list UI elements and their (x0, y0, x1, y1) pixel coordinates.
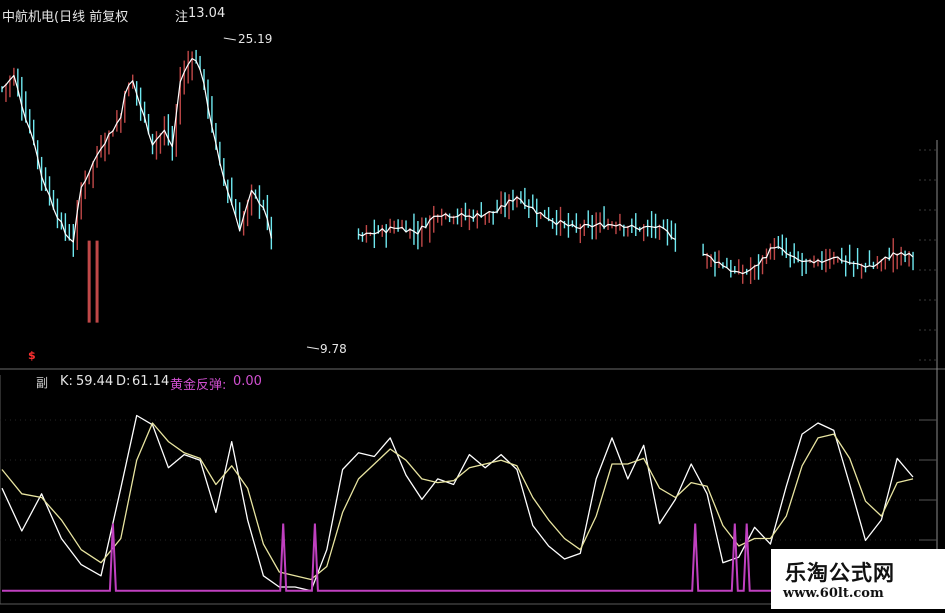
chart-canvas[interactable] (0, 0, 945, 609)
d-label: D: (116, 374, 130, 389)
k-value: 59.44 (76, 374, 113, 389)
note-value: 13.04 (188, 6, 225, 21)
chart-title: 中航机电(日线 前复权 (2, 6, 128, 25)
buy-signal-marker: $ (28, 349, 36, 362)
price-series (2, 38, 913, 349)
d-value: 61.14 (132, 374, 169, 389)
stock-chart-window: 中航机电(日线 前复权 注 13.04 25.19 9.78 $ 副 K: 59… (0, 0, 945, 609)
annotation-arrow-0 (224, 38, 236, 40)
k-label: K: (60, 374, 73, 389)
panel-frame (0, 140, 945, 604)
high-price-marker: 25.19 (238, 32, 272, 46)
annotation-arrow-1 (307, 347, 319, 349)
watermark-url: www.60lt.com (783, 586, 884, 601)
golden-rebound-value: 0.00 (233, 374, 262, 389)
grid-lines (0, 150, 937, 540)
note-label: 注 (175, 6, 188, 25)
site-watermark: 乐淘公式网 www.60lt.com (771, 549, 945, 609)
indicator-settings-icon[interactable]: 副 (36, 374, 48, 391)
watermark-title: 乐淘公式网 (785, 557, 895, 587)
golden-rebound-label: 黄金反弹: (170, 374, 226, 393)
low-price-marker: 9.78 (320, 342, 347, 356)
